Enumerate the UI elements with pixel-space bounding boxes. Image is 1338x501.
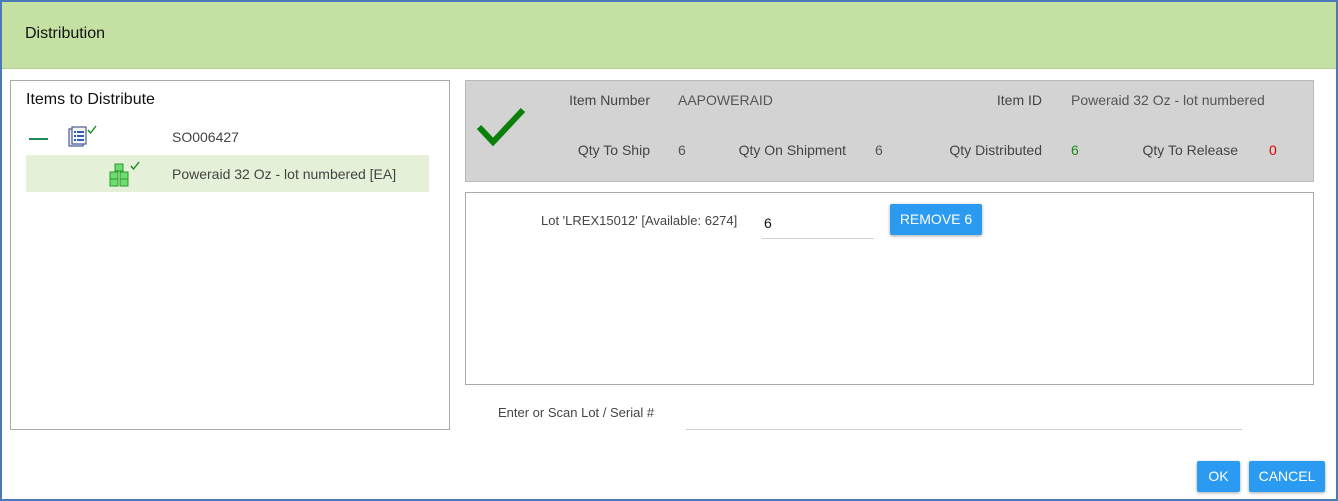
scan-lot-serial-label: Enter or Scan Lot / Serial # [498,405,655,420]
item-number-value: AAPOWERAID [678,92,773,108]
lot-label: Lot 'LREX15012' [Available: 6274] [541,213,738,228]
checkmark-icon [476,107,526,147]
ok-button[interactable]: OK [1197,461,1240,492]
qty-to-release-value: 0 [1269,142,1277,158]
item-id-value: Poweraid 32 Oz - lot numbered [1071,92,1265,108]
qty-distributed-label: Qty Distributed [949,142,1042,158]
distribution-dialog: Distribution Items to Distribute SO00642… [0,0,1338,501]
dialog-title: Distribution [25,25,106,42]
items-panel-heading: Items to Distribute [26,91,155,108]
item-number-label: Item Number [569,92,650,108]
qty-on-shipment-label: Qty On Shipment [738,142,846,158]
item-summary-panel: Item Number AAPOWERAID Item ID Poweraid … [465,80,1314,182]
qty-on-shipment-value: 6 [875,142,883,158]
qty-to-release-label: Qty To Release [1142,142,1238,158]
qty-distributed-value: 6 [1071,142,1079,158]
collapse-icon[interactable] [29,138,48,140]
order-number-label[interactable]: SO006427 [172,129,239,145]
dialog-titlebar: Distribution [2,2,1336,69]
items-to-distribute-panel: Items to Distribute SO006427 Poweraid 32… [10,80,450,430]
distribution-item-row[interactable]: Poweraid 32 Oz - lot numbered [EA] [26,155,429,192]
document-list-icon [68,125,97,147]
qty-to-ship-value: 6 [678,142,686,158]
scan-lot-serial-input[interactable] [686,400,1242,430]
lot-boxes-icon [109,161,140,187]
item-label: Poweraid 32 Oz - lot numbered [EA] [172,166,397,182]
item-id-label: Item ID [996,92,1042,108]
qty-to-ship-label: Qty To Ship [577,142,650,158]
lot-assignment-panel: Lot 'LREX15012' [Available: 6274] REMOVE… [465,192,1314,385]
remove-lot-button[interactable]: REMOVE 6 [890,204,982,235]
lot-quantity-input[interactable] [762,207,874,239]
cancel-button[interactable]: CANCEL [1249,461,1325,492]
